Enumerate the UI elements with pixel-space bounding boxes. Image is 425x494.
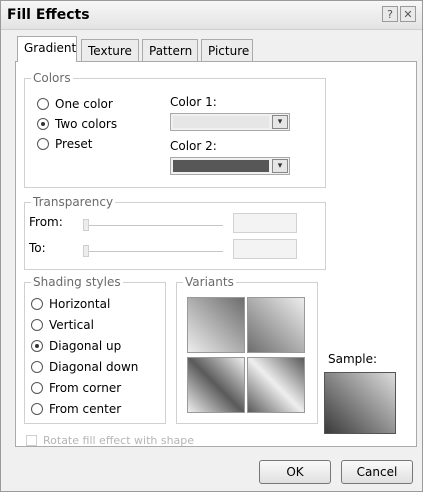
close-icon[interactable]: ✕ <box>400 6 416 22</box>
diagonal-up-option[interactable]: Diagonal up <box>31 339 121 353</box>
tab-gradient[interactable]: Gradient <box>17 36 77 62</box>
from-corner-radio[interactable] <box>31 382 43 394</box>
horizontal-label: Horizontal <box>49 297 111 311</box>
chevron-down-icon[interactable]: ▾ <box>272 115 288 129</box>
horizontal-radio[interactable] <box>31 298 43 310</box>
rotate-fill-checkbox <box>26 435 37 446</box>
fill-effects-dialog: Fill Effects ? ✕ Gradient Texture Patter… <box>0 0 423 492</box>
two-colors-radio[interactable] <box>37 118 49 130</box>
from-corner-option[interactable]: From corner <box>31 381 121 395</box>
one-color-label: One color <box>55 97 113 111</box>
color1-swatch <box>173 116 269 128</box>
from-center-radio[interactable] <box>31 403 43 415</box>
variant-bottom-right[interactable] <box>247 357 305 413</box>
one-color-option[interactable]: One color <box>37 97 113 111</box>
from-slider-handle[interactable] <box>83 219 89 231</box>
from-center-option[interactable]: From center <box>31 402 121 416</box>
colors-legend: Colors <box>31 71 73 85</box>
vertical-option[interactable]: Vertical <box>31 318 94 332</box>
one-color-radio[interactable] <box>37 98 49 110</box>
shading-styles-legend: Shading styles <box>31 275 123 289</box>
ok-button[interactable]: OK <box>259 460 331 484</box>
diagonal-down-option[interactable]: Diagonal down <box>31 360 138 374</box>
color2-swatch <box>173 160 269 172</box>
sample-label: Sample: <box>328 352 378 366</box>
preset-option[interactable]: Preset <box>37 137 92 151</box>
horizontal-option[interactable]: Horizontal <box>31 297 110 311</box>
from-percent-spinner[interactable] <box>233 213 297 233</box>
variants-legend: Variants <box>183 275 236 289</box>
color2-label: Color 2: <box>170 139 217 153</box>
from-label: From: <box>29 215 63 229</box>
colors-group: Colors One color Two colors Preset Color… <box>24 71 326 188</box>
color1-picker[interactable]: ▾ <box>170 113 290 131</box>
title-bar: Fill Effects ? ✕ <box>1 1 422 30</box>
diagonal-down-radio[interactable] <box>31 361 43 373</box>
help-icon[interactable]: ? <box>382 6 398 22</box>
preset-label: Preset <box>55 137 93 151</box>
cancel-button[interactable]: Cancel <box>341 460 413 484</box>
color1-label: Color 1: <box>170 95 217 109</box>
gradient-panel: Colors One color Two colors Preset Color… <box>15 61 417 447</box>
diagonal-up-radio[interactable] <box>31 340 43 352</box>
from-center-label: From center <box>49 402 122 416</box>
preset-radio[interactable] <box>37 138 49 150</box>
vertical-label: Vertical <box>49 318 94 332</box>
variants-group: Variants <box>176 275 318 424</box>
to-slider[interactable] <box>83 251 223 252</box>
two-colors-label: Two colors <box>55 117 118 131</box>
to-slider-handle[interactable] <box>83 245 89 257</box>
diagonal-down-label: Diagonal down <box>49 360 139 374</box>
two-colors-option[interactable]: Two colors <box>37 117 117 131</box>
to-label: To: <box>29 241 46 255</box>
vertical-radio[interactable] <box>31 319 43 331</box>
variant-top-right[interactable] <box>247 297 305 353</box>
sample-preview <box>324 372 396 434</box>
from-slider[interactable] <box>83 225 223 226</box>
from-corner-label: From corner <box>49 381 122 395</box>
tab-texture[interactable]: Texture <box>81 39 139 61</box>
shading-styles-group: Shading styles Horizontal Vertical Diago… <box>24 275 166 424</box>
diagonal-up-label: Diagonal up <box>49 339 122 353</box>
to-percent-spinner[interactable] <box>233 239 297 259</box>
chevron-down-icon[interactable]: ▾ <box>272 159 288 173</box>
rotate-fill-option: Rotate fill effect with shape <box>26 434 194 447</box>
tab-picture[interactable]: Picture <box>201 39 253 61</box>
color2-picker[interactable]: ▾ <box>170 157 290 175</box>
dialog-title: Fill Effects <box>7 7 90 23</box>
rotate-fill-label: Rotate fill effect with shape <box>43 434 195 447</box>
variant-bottom-left[interactable] <box>187 357 245 413</box>
transparency-group: Transparency From: To: <box>24 195 326 270</box>
transparency-legend: Transparency <box>31 195 116 209</box>
variant-top-left[interactable] <box>187 297 245 353</box>
tab-pattern[interactable]: Pattern <box>142 39 198 61</box>
